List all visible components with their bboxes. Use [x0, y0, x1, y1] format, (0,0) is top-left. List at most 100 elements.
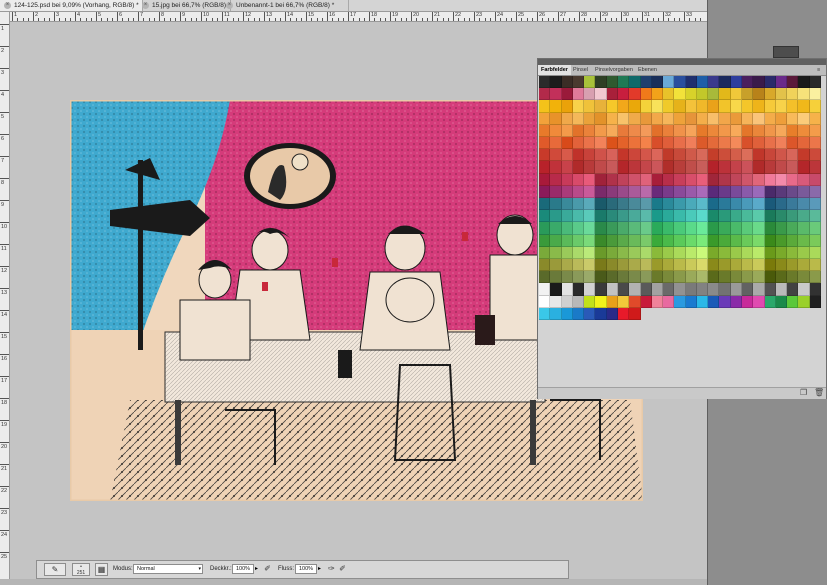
color-swatch[interactable]	[719, 246, 731, 259]
color-swatch[interactable]	[572, 112, 585, 125]
color-swatch[interactable]	[809, 283, 821, 296]
color-swatch[interactable]	[753, 173, 765, 186]
horizontal-ruler[interactable]: 1 2 3 4 5 6 7 8 9 10 11 12 13 14 15 16 17 18 19 20 21 22 23 24 2…	[9, 12, 708, 22]
color-swatch[interactable]	[550, 283, 562, 296]
color-swatch[interactable]	[561, 198, 573, 211]
color-swatch[interactable]	[561, 185, 573, 198]
color-swatch[interactable]	[696, 112, 709, 125]
close-tab-icon[interactable]: ×	[226, 2, 233, 9]
color-swatch[interactable]	[764, 185, 776, 198]
color-swatch[interactable]	[651, 185, 664, 198]
color-swatch[interactable]	[685, 234, 697, 247]
color-swatch[interactable]	[651, 271, 664, 284]
color-swatch[interactable]	[539, 210, 551, 223]
tab-pinsel[interactable]: Pinsel	[570, 65, 591, 75]
color-swatch[interactable]	[539, 198, 551, 211]
color-swatch[interactable]	[572, 88, 585, 101]
color-swatch[interactable]	[775, 88, 788, 101]
color-swatch[interactable]	[708, 100, 720, 113]
color-swatch[interactable]	[617, 76, 630, 89]
color-swatch[interactable]	[696, 137, 709, 150]
color-swatch[interactable]	[584, 295, 596, 308]
color-swatch[interactable]	[719, 259, 731, 272]
color-swatch[interactable]	[584, 185, 596, 198]
close-tab-icon[interactable]: ×	[142, 2, 149, 9]
color-swatch[interactable]	[584, 271, 596, 284]
color-swatch[interactable]	[572, 149, 585, 162]
color-swatch[interactable]	[685, 271, 697, 284]
color-swatch[interactable]	[742, 210, 754, 223]
color-swatch[interactable]	[640, 222, 652, 235]
color-swatch[interactable]	[696, 76, 709, 89]
color-swatch[interactable]	[708, 271, 720, 284]
color-swatch[interactable]	[617, 173, 630, 186]
vertical-ruler[interactable]: 1 2 3 4 5 6 7 8 9 10 11 12 13 14 15 16 17 18 19 20 21 22 23 24 2…	[0, 12, 10, 585]
color-swatch[interactable]	[708, 222, 720, 235]
color-swatch[interactable]	[742, 234, 754, 247]
color-swatch[interactable]	[787, 222, 799, 235]
color-swatch[interactable]	[606, 100, 618, 113]
color-swatch[interactable]	[674, 283, 686, 296]
color-swatch[interactable]	[719, 295, 731, 308]
color-swatch[interactable]	[550, 88, 562, 101]
color-swatch[interactable]	[787, 198, 799, 211]
color-swatch[interactable]	[674, 149, 686, 162]
color-swatch[interactable]	[629, 149, 641, 162]
color-swatch[interactable]	[572, 185, 585, 198]
color-swatch[interactable]	[584, 149, 596, 162]
color-swatch[interactable]	[595, 246, 607, 259]
color-swatch[interactable]	[674, 210, 686, 223]
color-swatch[interactable]	[764, 173, 776, 186]
tab-pinselvorgaben[interactable]: Pinselvorgaben	[592, 65, 636, 75]
color-swatch[interactable]	[584, 124, 596, 137]
color-swatch[interactable]	[685, 246, 697, 259]
color-swatch[interactable]	[584, 100, 596, 113]
color-swatch[interactable]	[798, 124, 810, 137]
color-swatch[interactable]	[708, 185, 720, 198]
color-swatch[interactable]	[539, 259, 551, 272]
color-swatch[interactable]	[719, 76, 731, 89]
color-swatch[interactable]	[742, 137, 754, 150]
color-swatch[interactable]	[742, 76, 754, 89]
color-swatch[interactable]	[561, 259, 573, 272]
color-swatch[interactable]	[674, 88, 686, 101]
color-swatch[interactable]	[561, 271, 573, 284]
color-swatch[interactable]	[550, 222, 562, 235]
color-swatch[interactable]	[617, 124, 630, 137]
color-swatch[interactable]	[595, 210, 607, 223]
color-swatch[interactable]	[606, 222, 618, 235]
color-swatch[interactable]	[617, 137, 630, 150]
color-swatch[interactable]	[539, 137, 551, 150]
color-swatch[interactable]	[719, 124, 731, 137]
color-swatch[interactable]	[696, 173, 709, 186]
color-swatch[interactable]	[663, 246, 675, 259]
color-swatch[interactable]	[764, 210, 776, 223]
color-swatch[interactable]	[640, 149, 652, 162]
color-swatch[interactable]	[539, 161, 551, 174]
color-swatch[interactable]	[730, 222, 743, 235]
color-swatch[interactable]	[617, 198, 630, 211]
color-swatch[interactable]	[674, 234, 686, 247]
color-swatch[interactable]	[539, 76, 551, 89]
color-swatch[interactable]	[809, 198, 821, 211]
color-swatch[interactable]	[584, 112, 596, 125]
color-swatch[interactable]	[561, 234, 573, 247]
color-swatch[interactable]	[539, 307, 551, 320]
color-swatch[interactable]	[640, 88, 652, 101]
color-swatch[interactable]	[674, 161, 686, 174]
pressure-opacity-icon[interactable]: ✐	[261, 563, 274, 576]
color-swatch[interactable]	[809, 185, 821, 198]
color-swatch[interactable]	[629, 234, 641, 247]
color-swatch[interactable]	[809, 100, 821, 113]
color-swatch[interactable]	[775, 222, 788, 235]
color-swatch[interactable]	[561, 124, 573, 137]
color-swatch[interactable]	[629, 137, 641, 150]
color-swatch[interactable]	[572, 307, 585, 320]
brush-tool-preset-picker[interactable]: ✎	[44, 563, 66, 576]
color-swatch[interactable]	[685, 185, 697, 198]
color-swatch[interactable]	[572, 246, 585, 259]
color-swatch[interactable]	[561, 137, 573, 150]
color-swatch[interactable]	[561, 246, 573, 259]
color-swatch[interactable]	[809, 137, 821, 150]
color-swatch[interactable]	[629, 124, 641, 137]
